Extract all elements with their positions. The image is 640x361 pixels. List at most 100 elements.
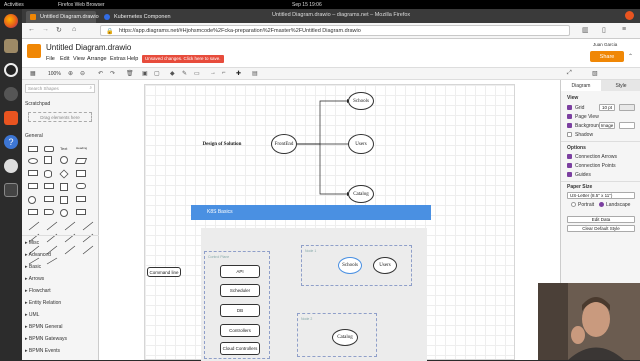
reload-icon[interactable]: ↻ — [56, 26, 62, 34]
close-window-icon[interactable] — [625, 11, 634, 20]
shape-parallelogram[interactable] — [74, 158, 88, 164]
command-line-node[interactable]: Command line — [147, 267, 181, 277]
firefox-icon[interactable] — [4, 14, 18, 28]
menu-extras[interactable]: Extras — [110, 56, 126, 62]
page-view-checkbox[interactable] — [567, 114, 572, 119]
fill-color-icon[interactable]: ◆ — [170, 70, 175, 77]
design-title[interactable]: Design of Solution — [197, 140, 247, 148]
tab-kubernetes[interactable]: Kubernetes Componen — [100, 11, 171, 23]
tab-diagram[interactable]: Diagram — [561, 80, 601, 91]
shape-trapezoid[interactable] — [44, 209, 54, 215]
node2-catalog-pod[interactable]: Catalog — [332, 329, 358, 346]
zoom-out-icon[interactable]: ⊖ — [80, 70, 85, 77]
music-icon[interactable] — [4, 63, 18, 77]
to-back-icon[interactable]: ▢ — [154, 70, 160, 77]
shape-internal-storage[interactable] — [60, 196, 68, 204]
terminal-icon[interactable] — [4, 183, 18, 197]
catalog-node[interactable]: Catalog — [348, 185, 374, 203]
image-button[interactable]: Image — [599, 122, 615, 129]
shape-circle[interactable] — [60, 156, 68, 164]
api-node[interactable]: API — [220, 265, 260, 278]
diagram-page[interactable]: Design of Solution FrontEnd Schools User… — [144, 84, 515, 361]
tab-style[interactable]: Style — [601, 80, 640, 91]
undo-icon[interactable]: ↶ — [98, 70, 103, 77]
shape-square[interactable] — [44, 156, 52, 164]
url-field[interactable]: 🔒 https://app.diagrams.net/#Hjohsmcode%2… — [100, 25, 570, 36]
collapse-icon[interactable]: ⌃ — [628, 53, 633, 60]
shape-rounded-rectangle[interactable] — [44, 146, 54, 152]
user-name[interactable]: Juan Garcia — [593, 42, 617, 47]
zoom-select[interactable]: 100% — [48, 71, 61, 77]
frontend-node[interactable]: FrontEnd — [271, 134, 297, 154]
format-panel-icon[interactable]: ▦ — [30, 70, 36, 77]
shape-textbox[interactable]: Heading — [76, 146, 87, 152]
shape-process[interactable] — [28, 183, 38, 189]
category-arrows[interactable]: ▸ Arrows — [25, 276, 44, 282]
fullscreen-icon[interactable]: ⤢ — [567, 70, 572, 77]
help-icon[interactable]: ? — [4, 135, 18, 149]
connection-points-checkbox[interactable] — [567, 163, 572, 168]
shape-or[interactable] — [60, 209, 68, 217]
portrait-radio[interactable] — [571, 202, 576, 207]
category-bpmn-events[interactable]: ▸ BPMN Events — [25, 348, 60, 354]
share-button[interactable]: Share — [590, 51, 624, 62]
shape-tape[interactable] — [76, 183, 86, 189]
k8s-basics-banner[interactable]: K8S Basics — [191, 205, 431, 220]
app-menu[interactable]: Firefox Web Browser — [58, 2, 105, 8]
background-checkbox[interactable] — [567, 123, 572, 128]
category-bpmn-gateways[interactable]: ▸ BPMN Gateways — [25, 336, 67, 342]
category-uml[interactable]: ▸ UML — [25, 312, 39, 318]
shape-data-storage[interactable] — [76, 196, 86, 202]
shape-cylinder[interactable] — [44, 170, 52, 178]
activities-button[interactable]: Activities — [4, 2, 24, 8]
shape-ellipse[interactable] — [28, 158, 38, 164]
menu-view[interactable]: View — [73, 56, 85, 62]
zoom-in-icon[interactable]: ⊕ — [68, 70, 73, 77]
shape-step[interactable] — [28, 209, 38, 215]
table-icon[interactable]: ▤ — [252, 70, 258, 77]
node1-users-pod[interactable]: Users — [373, 257, 397, 274]
camera-icon[interactable] — [4, 87, 18, 101]
scheduler-node[interactable]: Scheduler — [220, 284, 260, 297]
category-basic[interactable]: ▸ Basic — [25, 264, 41, 270]
connection-icon[interactable]: → — [210, 70, 216, 76]
grid-color-picker[interactable] — [619, 104, 635, 111]
shape-cube[interactable] — [60, 183, 68, 191]
connection-arrows-checkbox[interactable] — [567, 154, 572, 159]
grid-checkbox[interactable] — [567, 105, 572, 110]
forward-icon[interactable]: → — [42, 26, 49, 33]
menu-edit[interactable]: Edit — [60, 56, 69, 62]
unsaved-changes-notice[interactable]: Unsaved changes. Click here to save. — [142, 55, 224, 63]
users-node[interactable]: Users — [348, 134, 374, 154]
delete-icon[interactable]: 🗑 — [126, 70, 134, 77]
document-title[interactable]: Untitled Diagram.drawio — [46, 43, 131, 52]
shape-rectangle[interactable] — [28, 146, 38, 152]
waypoint-icon[interactable]: ⌐ — [222, 70, 226, 76]
tab-untitled-diagram[interactable]: Untitled Diagram.drawio — [26, 11, 99, 23]
category-flowchart[interactable]: ▸ Flowchart — [25, 288, 51, 294]
menu-file[interactable]: File — [46, 56, 55, 62]
controllers-node[interactable]: Controllers — [220, 324, 260, 337]
landscape-radio[interactable] — [599, 202, 604, 207]
shape-note[interactable] — [76, 170, 86, 177]
shape-document[interactable] — [44, 183, 54, 189]
shadow-icon[interactable]: ▭ — [194, 70, 200, 77]
scratchpad-dropzone[interactable]: Drag elements here — [28, 112, 92, 122]
background-color-picker[interactable] — [619, 122, 635, 129]
menu-icon[interactable]: ≡ — [622, 26, 626, 33]
insert-icon[interactable]: ✚ — [236, 70, 241, 77]
edit-data-button[interactable]: Edit Data — [567, 216, 635, 223]
guides-checkbox[interactable] — [567, 172, 572, 177]
scratchpad-heading[interactable]: Scratchpad — [25, 101, 50, 107]
db-node[interactable]: DB — [220, 304, 260, 317]
category-advanced[interactable]: ▸ Advanced — [25, 252, 51, 258]
paper-size-select[interactable]: US-Letter (8.5" x 11") — [567, 192, 635, 199]
obs-icon[interactable] — [4, 159, 18, 173]
shape-actor[interactable] — [28, 196, 36, 204]
software-icon[interactable] — [4, 111, 18, 125]
schools-node[interactable]: Schools — [348, 92, 374, 110]
sidebar-icon[interactable]: ▯ — [602, 26, 606, 34]
home-icon[interactable]: ⌂ — [72, 26, 76, 33]
shape-hexagon[interactable] — [28, 170, 38, 176]
to-front-icon[interactable]: ▣ — [142, 70, 148, 77]
